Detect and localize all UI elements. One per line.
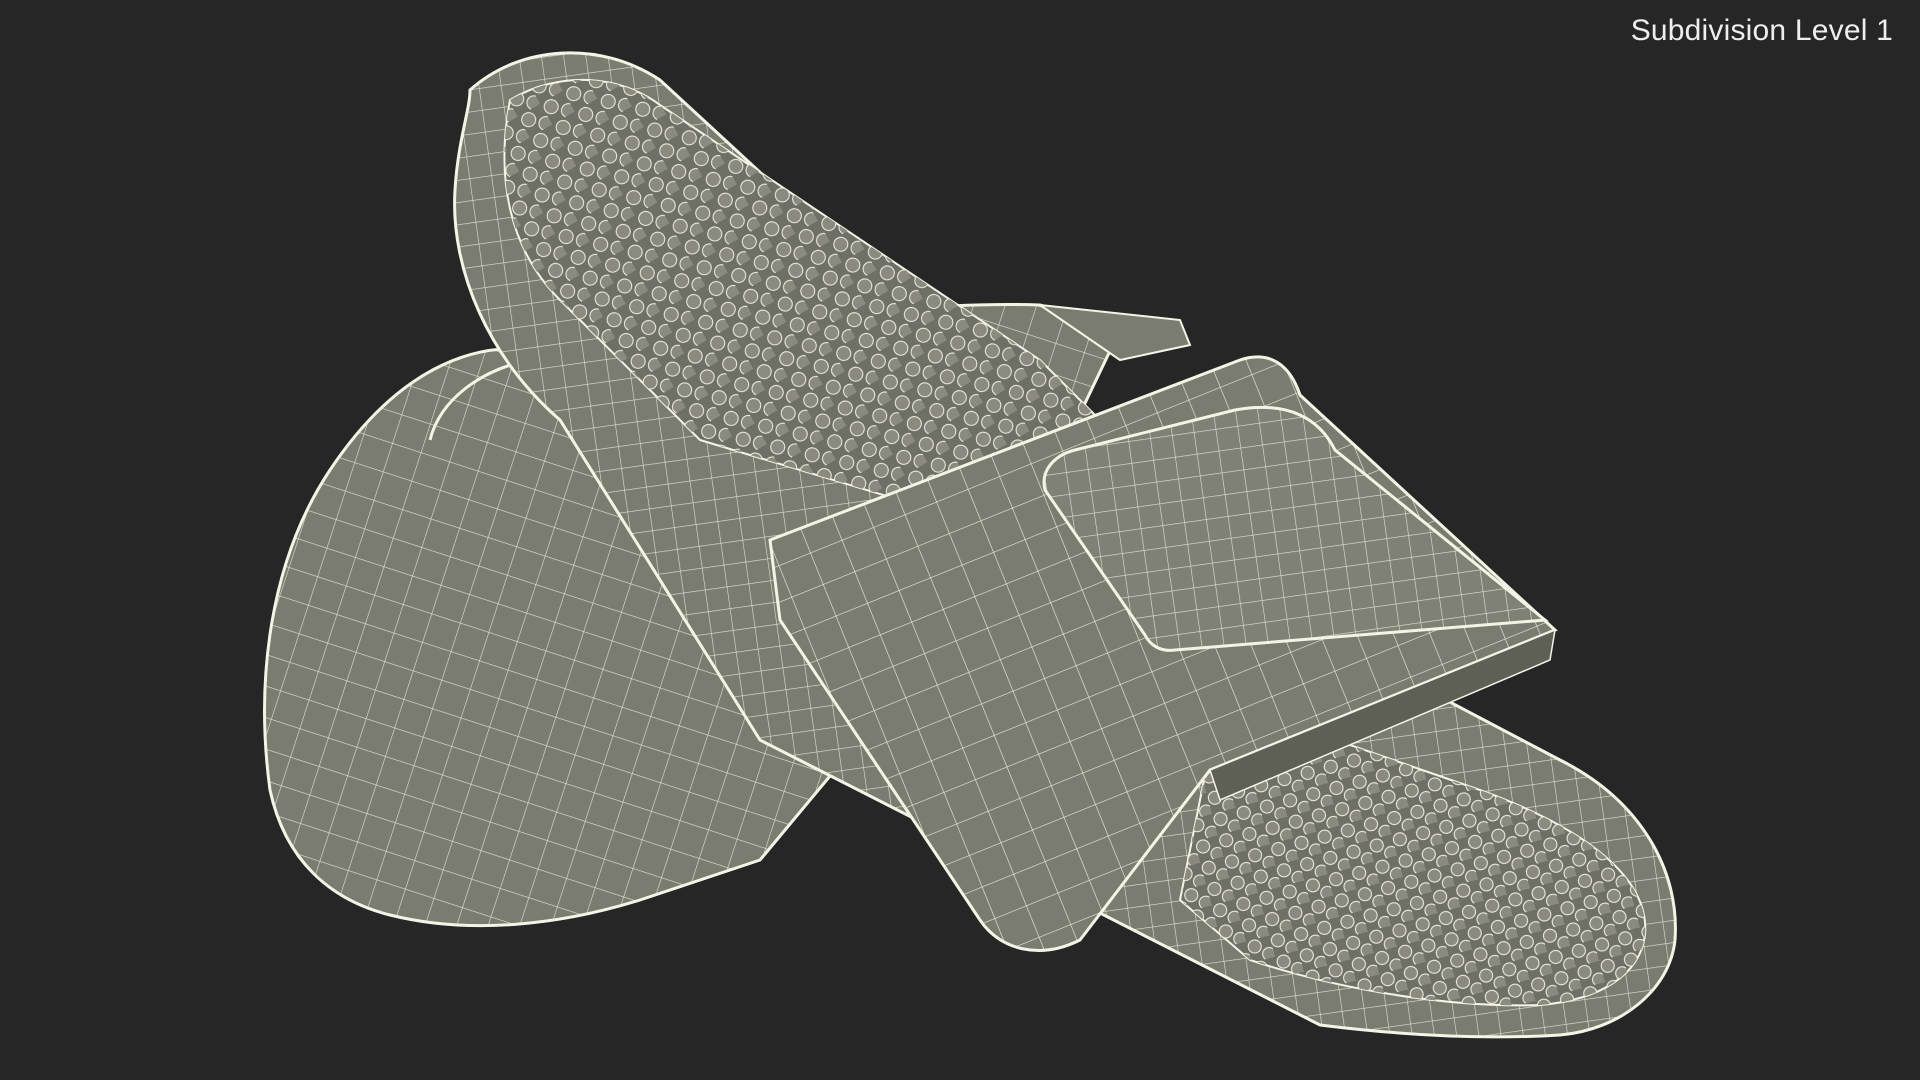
- slipper-pair-wireframe: [263, 51, 1677, 1039]
- render-viewport: Subdivision Level 1: [0, 0, 1920, 1080]
- subdivision-level-label: Subdivision Level 1: [1630, 14, 1893, 47]
